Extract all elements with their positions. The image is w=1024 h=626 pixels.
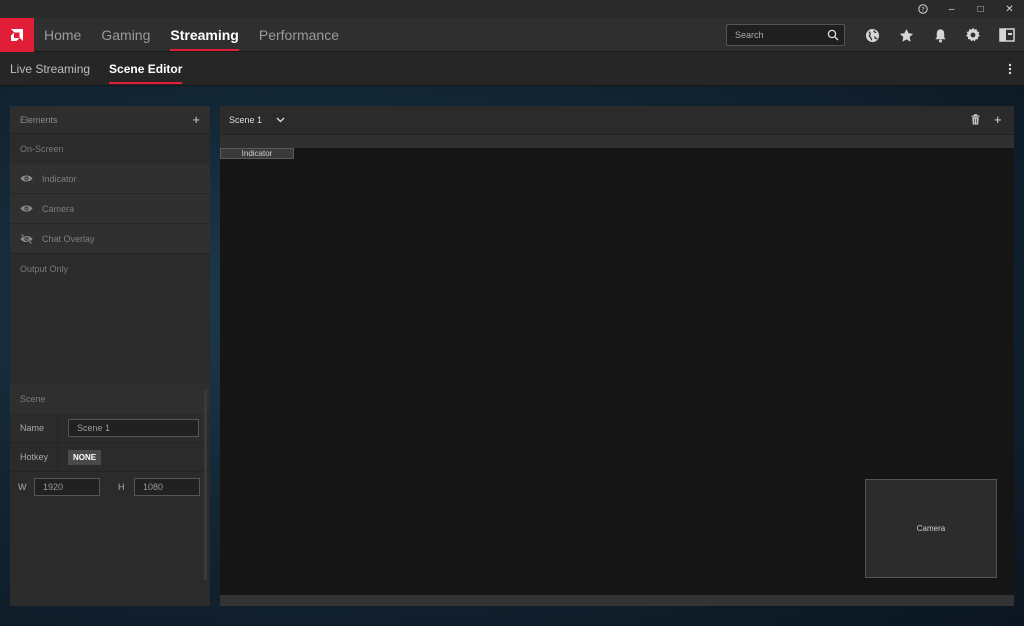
hotkey-label: Hotkey [10, 442, 58, 472]
tab-live-streaming[interactable]: Live Streaming [10, 52, 90, 86]
editor-ruler [220, 134, 1014, 148]
scene-select[interactable]: Scene 1 [229, 115, 262, 125]
search-input[interactable] [735, 30, 825, 40]
eye-icon[interactable] [20, 204, 34, 213]
add-scene-button[interactable]: + [994, 112, 1002, 127]
help-button[interactable]: ? [908, 0, 937, 18]
scene-name-field[interactable]: Scene 1 [68, 419, 199, 437]
help-icon: ? [917, 4, 928, 14]
more-options-icon[interactable] [1008, 63, 1012, 75]
top-navigation: Home Gaming Streaming Performance [0, 17, 1024, 52]
on-screen-label: On-Screen [20, 144, 64, 154]
indicator-element[interactable]: Indicator [220, 148, 294, 159]
name-label: Name [10, 413, 58, 443]
elements-panel: Elements + On-Screen Indicator Camera Ch… [10, 106, 210, 606]
svg-text:?: ? [921, 5, 924, 13]
nav-gaming[interactable]: Gaming [101, 18, 150, 52]
hotkey-button[interactable]: NONE [68, 449, 102, 465]
element-camera[interactable]: Camera [10, 194, 210, 224]
search-icon[interactable] [827, 29, 839, 41]
nav-streaming[interactable]: Streaming [170, 18, 240, 52]
scene-editor: Scene 1 + Indicator Camera [220, 106, 1014, 606]
element-label: Indicator [42, 173, 77, 184]
height-field[interactable]: 1080 [134, 477, 200, 496]
editor-header: Scene 1 + [220, 106, 1014, 134]
scene-canvas[interactable]: Indicator Camera [220, 148, 1014, 595]
amd-logo-icon[interactable] [0, 17, 34, 52]
element-indicator[interactable]: Indicator [10, 164, 210, 194]
width-field[interactable]: 1920 [34, 477, 100, 496]
nav-performance[interactable]: Performance [259, 18, 339, 52]
camera-element[interactable]: Camera [865, 479, 997, 578]
nav-home[interactable]: Home [44, 18, 81, 52]
minimize-button[interactable]: – [937, 0, 966, 18]
panel-scrollbar[interactable] [204, 390, 207, 580]
tab-scene-editor[interactable]: Scene Editor [109, 52, 183, 86]
elements-header: Elements + [10, 106, 210, 134]
sub-navigation: Live Streaming Scene Editor [0, 52, 1024, 86]
elements-title: Elements [20, 114, 58, 125]
eye-icon[interactable] [20, 174, 34, 183]
chevron-down-icon[interactable] [276, 117, 285, 123]
editor-horizontal-scrollbar[interactable] [220, 595, 1014, 606]
output-only-label: Output Only [20, 264, 69, 274]
output-only-list [10, 284, 210, 384]
globe-icon[interactable] [863, 26, 881, 44]
star-icon[interactable] [897, 26, 915, 44]
width-label: W [18, 481, 27, 492]
add-element-button[interactable]: + [192, 112, 200, 127]
scene-name-row: Name Scene 1 [10, 413, 210, 443]
scene-section-title: Scene [10, 384, 210, 414]
bell-icon[interactable] [931, 26, 949, 44]
height-label: H [118, 481, 125, 492]
close-button[interactable]: ✕ [995, 0, 1024, 18]
search-box[interactable] [726, 24, 845, 46]
element-label: Camera [42, 203, 75, 214]
gear-icon[interactable] [964, 26, 982, 44]
maximize-button[interactable]: □ [966, 0, 995, 18]
trash-icon[interactable] [971, 114, 980, 125]
window-titlebar: ? – □ ✕ [0, 0, 1024, 18]
scene-hotkey-row: Hotkey NONE [10, 442, 210, 472]
sidebar-icon[interactable] [998, 26, 1016, 44]
eye-off-icon[interactable] [20, 233, 34, 244]
element-chat-overlay[interactable]: Chat Overlay [10, 224, 210, 254]
scene-size-row: W 1920 H 1080 [10, 472, 210, 501]
element-label: Chat Overlay [42, 233, 95, 244]
